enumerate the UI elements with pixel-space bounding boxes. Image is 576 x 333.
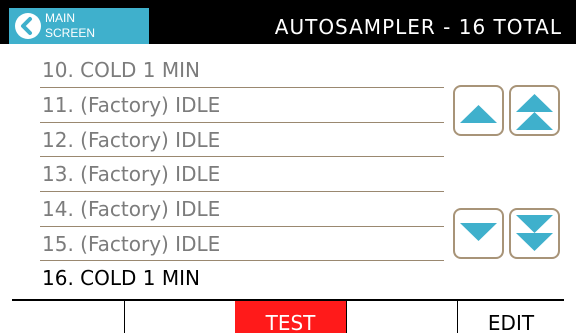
main-screen-label: MAIN SCREEN [45,11,96,40]
program-list: 10. COLD 1 MIN 11. (Factory) IDLE 12. (F… [40,53,444,296]
footer-button-1[interactable] [12,301,124,333]
list-item-selected[interactable]: 16. COLD 1 MIN [40,261,444,296]
chevron-up-icon [460,105,497,123]
list-item[interactable]: 13. (Factory) IDLE [40,157,444,193]
autosampler-screen: MAIN SCREEN AUTOSAMPLER - 16 TOTAL 10. C… [0,0,576,333]
list-item[interactable]: 10. COLD 1 MIN [40,53,444,88]
list-item[interactable]: 14. (Factory) IDLE [40,192,444,227]
edit-button[interactable]: EDIT [457,301,565,333]
list-item[interactable]: 12. (Factory) IDLE [40,123,444,158]
list-item[interactable]: 11. (Factory) IDLE [40,88,444,123]
page-title: AUTOSAMPLER - 16 TOTAL [274,15,562,39]
chevron-down-icon [460,223,497,241]
footer-button-2[interactable] [125,301,235,333]
main-screen-button[interactable]: MAIN SCREEN [9,8,149,44]
header-bar: MAIN SCREEN AUTOSAMPLER - 16 TOTAL [0,0,576,44]
page-up-button[interactable] [509,85,560,136]
scroll-up-button[interactable] [453,85,504,136]
test-button[interactable]: TEST [235,301,346,333]
footer-button-4[interactable] [347,301,457,333]
page-down-button[interactable] [509,208,560,259]
back-arrow-icon [15,13,41,39]
double-chevron-down-icon [516,215,553,251]
double-chevron-up-icon [516,94,553,130]
list-item[interactable]: 15. (Factory) IDLE [40,227,444,262]
scroll-down-button[interactable] [453,208,504,259]
